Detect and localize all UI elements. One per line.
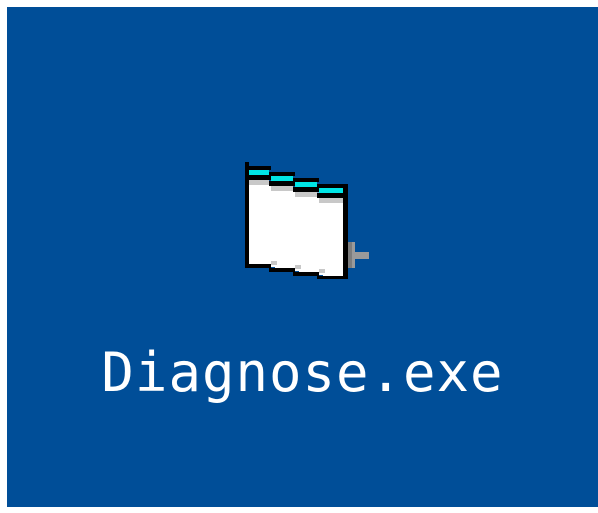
desktop: Diagnose.exe xyxy=(7,7,598,507)
desktop-icon-diagnose[interactable]: Diagnose.exe xyxy=(7,7,598,507)
icon-label[interactable]: Diagnose.exe xyxy=(7,340,598,406)
program-window-icon xyxy=(235,153,381,279)
